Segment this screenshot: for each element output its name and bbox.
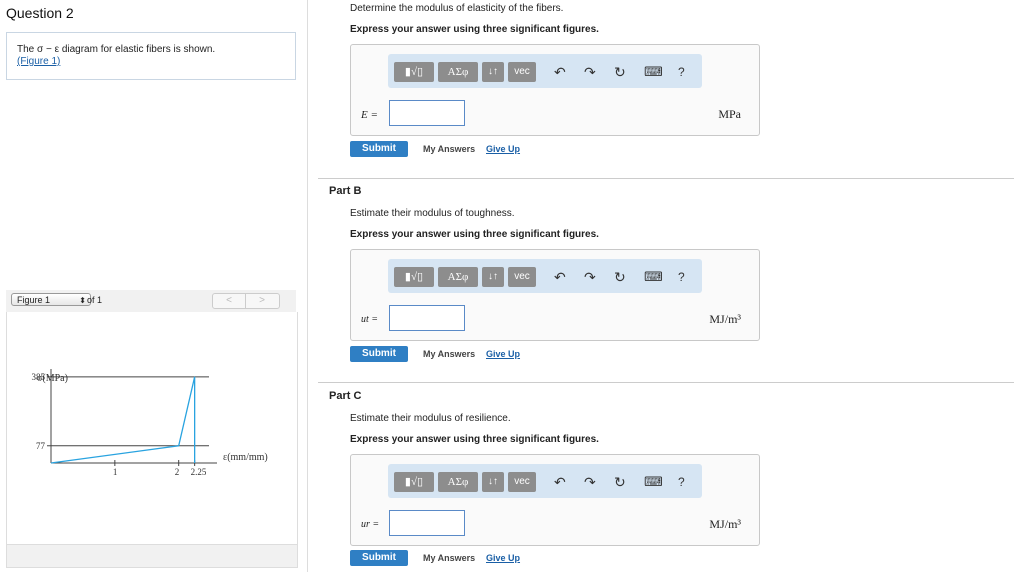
- partB-answer-box: ▮√▯ ΑΣφ ↓↑ vec ↶ ↷ ↻ ⌨ ? ut = MJ/m³: [350, 249, 760, 341]
- partA-unit: MPa: [718, 107, 741, 121]
- math-toolbar: ▮√▯ ΑΣφ ↓↑ vec ↶ ↷ ↻ ⌨ ?: [388, 259, 702, 293]
- partB-submit-button[interactable]: Submit: [350, 346, 408, 362]
- x-tick-label: 2: [175, 467, 180, 477]
- partB-give-up-link[interactable]: Give Up: [486, 349, 520, 359]
- greek-symbols-button[interactable]: ΑΣφ: [438, 62, 478, 82]
- divider: [318, 178, 1014, 179]
- partC-my-answers-link[interactable]: My Answers: [423, 553, 475, 563]
- greek-symbols-button[interactable]: ΑΣφ: [438, 472, 478, 492]
- partB-instruction: Express your answer using three signific…: [350, 229, 599, 240]
- reset-icon[interactable]: ↻: [614, 62, 626, 82]
- partA-input[interactable]: [389, 100, 465, 126]
- figure-count: of 1: [87, 295, 103, 305]
- select-arrows-icon: ⬍: [79, 296, 86, 305]
- reset-icon[interactable]: ↻: [614, 472, 626, 492]
- subscript-superscript-button[interactable]: ↓↑: [482, 62, 504, 82]
- partC-label: ur =: [361, 519, 380, 530]
- math-toolbar: ▮√▯ ΑΣφ ↓↑ vec ↶ ↷ ↻ ⌨ ?: [388, 464, 702, 498]
- problem-intro: The σ − ε diagram for elastic fibers is …: [6, 32, 296, 80]
- partA-answer-box: ▮√▯ ΑΣφ ↓↑ vec ↶ ↷ ↻ ⌨ ? E = MPa: [350, 44, 760, 136]
- figure-link[interactable]: (Figure 1): [17, 56, 60, 67]
- keyboard-icon[interactable]: ⌨: [644, 62, 663, 82]
- figure-footer: [6, 544, 298, 568]
- divider: [318, 382, 1014, 383]
- partC-unit: MJ/m³: [709, 517, 741, 531]
- help-icon[interactable]: ?: [678, 267, 685, 287]
- greek-symbols-button[interactable]: ΑΣφ: [438, 267, 478, 287]
- redo-icon[interactable]: ↷: [584, 472, 596, 492]
- undo-icon[interactable]: ↶: [554, 472, 566, 492]
- partA-instruction: Express your answer using three signific…: [350, 24, 599, 35]
- prev-figure-button[interactable]: <: [213, 294, 246, 308]
- x-tick-label: 2.25: [191, 467, 207, 477]
- partB-label: ut =: [361, 314, 379, 325]
- subscript-superscript-button[interactable]: ↓↑: [482, 267, 504, 287]
- y-axis-label: σ(MPa): [37, 373, 68, 384]
- templates-button[interactable]: ▮√▯: [394, 62, 434, 82]
- help-icon[interactable]: ?: [678, 62, 685, 82]
- vector-button[interactable]: vec: [508, 472, 536, 492]
- partC-instruction: Express your answer using three signific…: [350, 434, 599, 445]
- templates-button[interactable]: ▮√▯: [394, 267, 434, 287]
- figure-frame: 77 385 1 2 2.25 σ(MPa) ε(mm/mm): [6, 312, 298, 545]
- math-toolbar: ▮√▯ ΑΣφ ↓↑ vec ↶ ↷ ↻ ⌨ ?: [388, 54, 702, 88]
- partC-answer-box: ▮√▯ ΑΣφ ↓↑ vec ↶ ↷ ↻ ⌨ ? ur = MJ/m³: [350, 454, 760, 546]
- redo-icon[interactable]: ↷: [584, 267, 596, 287]
- partA-give-up-link[interactable]: Give Up: [486, 144, 520, 154]
- intro-text: The σ − ε diagram for elastic fibers is …: [17, 44, 216, 55]
- redo-icon[interactable]: ↷: [584, 62, 596, 82]
- partB-input[interactable]: [389, 305, 465, 331]
- stress-strain-curve: [50, 376, 196, 464]
- partC-give-up-link[interactable]: Give Up: [486, 553, 520, 563]
- partA-submit-button[interactable]: Submit: [350, 141, 408, 157]
- partB-my-answers-link[interactable]: My Answers: [423, 349, 475, 359]
- partC-input[interactable]: [389, 510, 465, 536]
- y-tick-label: 77: [36, 441, 46, 451]
- partC-prompt: Estimate their modulus of resilience.: [350, 413, 511, 424]
- reset-icon[interactable]: ↻: [614, 267, 626, 287]
- vector-button[interactable]: vec: [508, 62, 536, 82]
- figure-toolbar: Figure 1 ⬍ of 1 < >: [6, 290, 296, 313]
- subscript-superscript-button[interactable]: ↓↑: [482, 472, 504, 492]
- next-figure-button[interactable]: >: [246, 294, 278, 308]
- stress-strain-chart: 773851 2 2.25σ(MPa)ε(mm/mm): [32, 369, 268, 477]
- keyboard-icon[interactable]: ⌨: [644, 267, 663, 287]
- partC-heading: Part C: [329, 390, 362, 402]
- keyboard-icon[interactable]: ⌨: [644, 472, 663, 492]
- left-pane: Question 2 The σ − ε diagram for elastic…: [0, 0, 308, 572]
- x-tick-label: 1: [113, 467, 118, 477]
- partA-prompt: Determine the modulus of elasticity of t…: [350, 3, 564, 14]
- question-title: Question 2: [6, 5, 74, 21]
- figure-select-value: Figure 1: [17, 295, 51, 305]
- templates-button[interactable]: ▮√▯: [394, 472, 434, 492]
- partB-unit: MJ/m³: [709, 312, 741, 326]
- partB-heading: Part B: [329, 185, 362, 197]
- x-axis-label: ε(mm/mm): [223, 452, 268, 463]
- partA-my-answers-link[interactable]: My Answers: [423, 144, 475, 154]
- figure-nav: < >: [212, 293, 280, 309]
- undo-icon[interactable]: ↶: [554, 267, 566, 287]
- partC-submit-button[interactable]: Submit: [350, 550, 408, 566]
- partB-prompt: Estimate their modulus of toughness.: [350, 208, 515, 219]
- figure-select[interactable]: Figure 1 ⬍: [11, 293, 91, 306]
- partA-label: E =: [361, 109, 378, 121]
- vector-button[interactable]: vec: [508, 267, 536, 287]
- undo-icon[interactable]: ↶: [554, 62, 566, 82]
- help-icon[interactable]: ?: [678, 472, 685, 492]
